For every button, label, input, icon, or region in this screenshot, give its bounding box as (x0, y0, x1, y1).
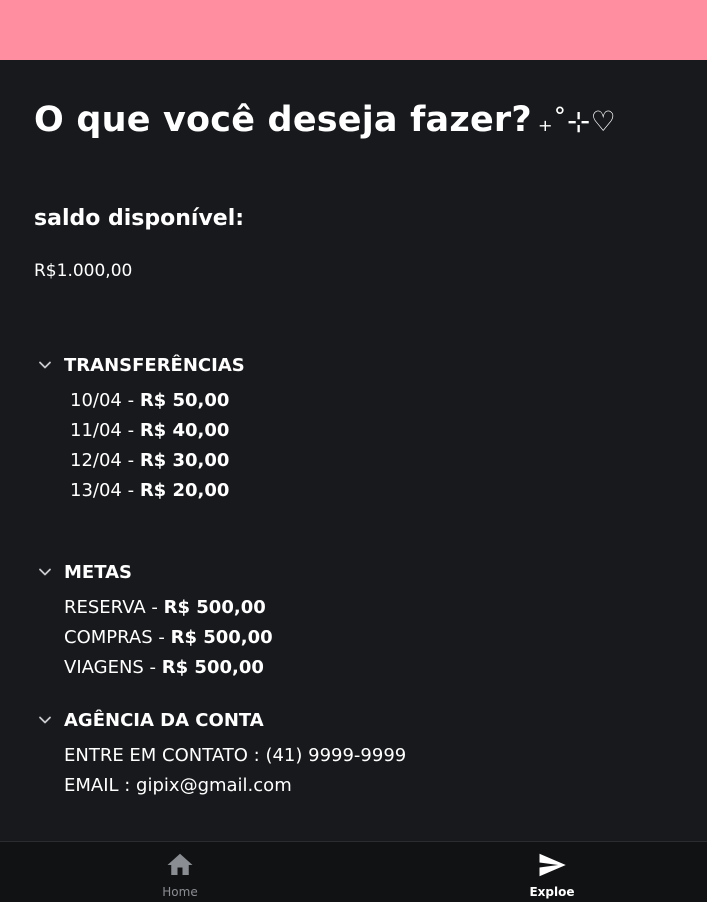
transfer-date: 13/04 - (70, 480, 140, 501)
transfer-amount: R$ 50,00 (139, 390, 230, 411)
goals-section-title: METAS (64, 561, 132, 583)
chevron-down-icon[interactable] (34, 565, 64, 579)
contact-email: EMAIL : gipix@gmail.com (64, 775, 292, 796)
nav-home-label: Home (162, 885, 198, 899)
goal-amount: R$ 500,00 (170, 627, 273, 648)
transfers-section: TRANSFERÊNCIAS 10/04 - R$ 50,00 11/04 - … (34, 353, 245, 509)
contact-phone: ENTRE EM CONTATO : (41) 9999-9999 (64, 745, 407, 766)
transfers-section-header[interactable]: TRANSFERÊNCIAS (34, 353, 245, 377)
goal-name: VIAGENS - (64, 657, 162, 678)
list-item: 11/04 - R$ 40,00 (70, 419, 245, 449)
page-title: O que você deseja fazer? ₊˚⊹♡ (34, 100, 616, 140)
goals-list: RESERVA - R$ 500,00 COMPRAS - R$ 500,00 … (34, 596, 273, 686)
transfer-date: 10/04 - (70, 390, 140, 411)
goal-name: COMPRAS - (64, 627, 171, 648)
goal-amount: R$ 500,00 (163, 597, 266, 618)
list-item: 12/04 - R$ 30,00 (70, 449, 245, 479)
send-icon (536, 850, 568, 884)
list-item: VIAGENS - R$ 500,00 (64, 656, 273, 686)
transfer-amount: R$ 40,00 (139, 420, 230, 441)
transfer-amount: R$ 30,00 (139, 450, 230, 471)
agency-section-title: AGÊNCIA DA CONTA (64, 709, 264, 731)
transfers-list: 10/04 - R$ 50,00 11/04 - R$ 40,00 12/04 … (34, 389, 245, 509)
list-item: 10/04 - R$ 50,00 (70, 389, 245, 419)
transfers-section-title: TRANSFERÊNCIAS (64, 354, 245, 376)
goal-amount: R$ 500,00 (161, 657, 264, 678)
balance-label: saldo disponível: (34, 206, 245, 231)
goal-name: RESERVA - (64, 597, 164, 618)
chevron-down-icon[interactable] (34, 358, 64, 372)
balance-value: R$1.000,00 (34, 261, 133, 281)
page-title-text: O que você deseja fazer? (34, 100, 532, 140)
title-decoration: ₊˚⊹♡ (537, 105, 616, 138)
agency-list: ENTRE EM CONTATO : (41) 9999-9999 EMAIL … (34, 744, 406, 804)
agency-section: AGÊNCIA DA CONTA ENTRE EM CONTATO : (41)… (34, 708, 406, 804)
transfer-date: 12/04 - (70, 450, 140, 471)
list-item: COMPRAS - R$ 500,00 (64, 626, 273, 656)
bottom-navigation: Home Exploe (0, 841, 707, 902)
nav-home[interactable]: Home (140, 850, 220, 899)
nav-explore-label: Exploe (529, 885, 575, 899)
home-icon (164, 850, 196, 884)
top-app-bar (0, 0, 707, 60)
goals-section: METAS RESERVA - R$ 500,00 COMPRAS - R$ 5… (34, 560, 273, 686)
goals-section-header[interactable]: METAS (34, 560, 273, 584)
list-item: RESERVA - R$ 500,00 (64, 596, 273, 626)
agency-section-header[interactable]: AGÊNCIA DA CONTA (34, 708, 406, 732)
list-item: 13/04 - R$ 20,00 (70, 479, 245, 509)
transfer-amount: R$ 20,00 (139, 480, 230, 501)
chevron-down-icon[interactable] (34, 713, 64, 727)
transfer-date: 11/04 - (70, 420, 140, 441)
nav-explore[interactable]: Exploe (512, 850, 592, 899)
